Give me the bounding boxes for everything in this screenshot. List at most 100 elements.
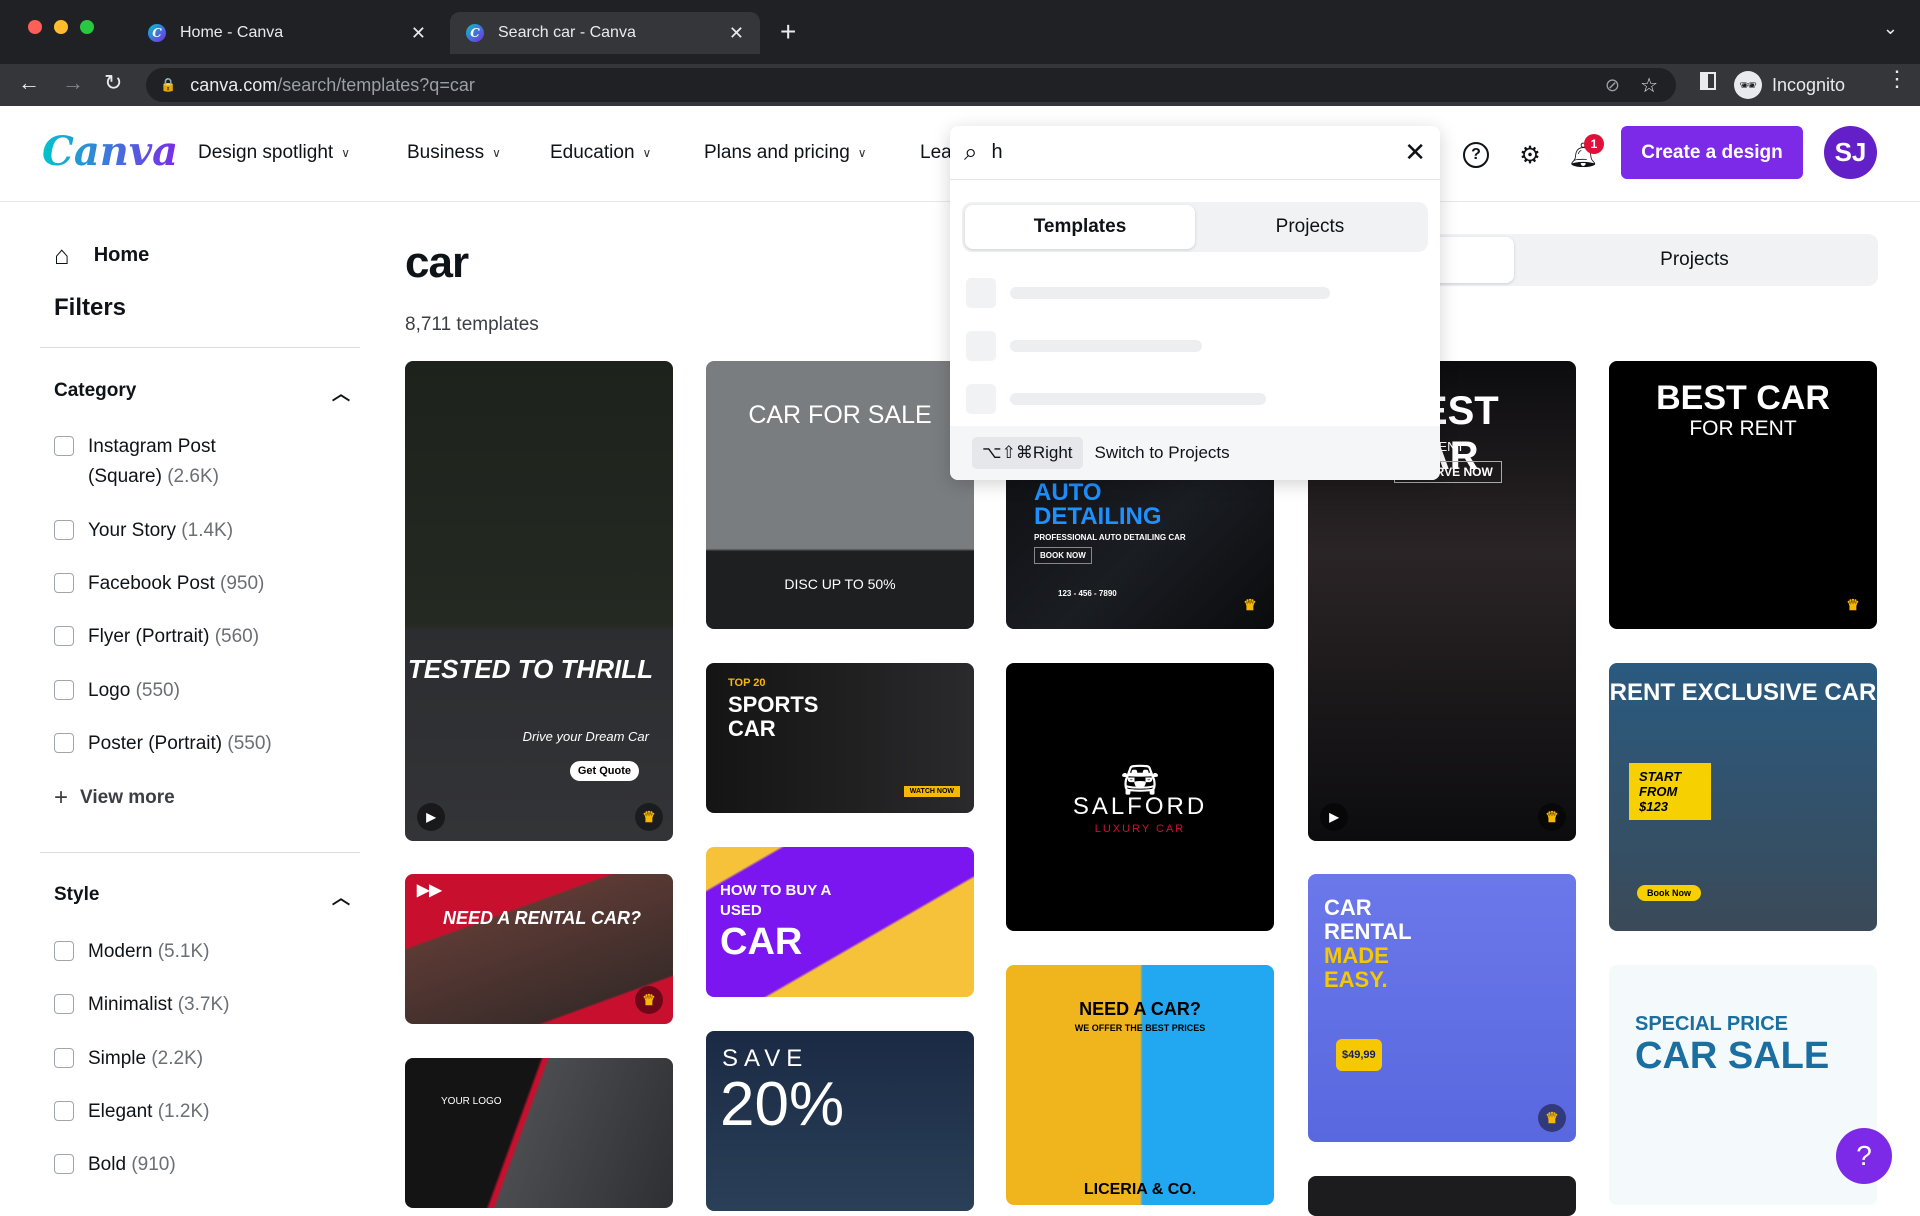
divider	[40, 347, 360, 348]
filter-checkbox-elegant[interactable]: Elegant (1.2K)	[54, 1097, 294, 1127]
template-title: YOUR LOGO	[441, 1096, 502, 1107]
shortcut-label: Switch to Projects	[1094, 443, 1230, 462]
filter-checkbox-facebook-post[interactable]: Facebook Post (950)	[54, 569, 294, 599]
template-card[interactable]: TESTED TO THRILL Drive your Dream Car Ge…	[405, 361, 673, 841]
nav-label: Plans and pricing	[704, 142, 850, 163]
chevron-up-icon: ︿	[332, 888, 350, 908]
filter-checkbox-simple[interactable]: Simple (2.2K)	[54, 1044, 294, 1074]
incognito-profile[interactable]: 🕶 Incognito	[1734, 70, 1845, 100]
canva-logo[interactable]: Canva	[42, 128, 178, 175]
shortcut-hint: ⌥⇧⌘Right Switch to Projects	[950, 426, 1440, 480]
clear-search-icon[interactable]: ✕	[1404, 137, 1426, 168]
minimize-window-button[interactable]	[54, 20, 68, 34]
template-card[interactable]: TOP 20 SPORTS CAR WATCH NOW	[706, 663, 974, 813]
tab-search-chevron-icon[interactable]: ⌄	[1883, 18, 1898, 39]
close-tab-icon[interactable]: ✕	[411, 23, 426, 44]
checkbox[interactable]	[54, 1101, 74, 1121]
checkbox[interactable]	[54, 1154, 74, 1174]
create-design-button[interactable]: Create a design	[1621, 126, 1803, 179]
checkbox[interactable]	[54, 680, 74, 700]
nav-education[interactable]: Education ∨	[550, 142, 651, 164]
template-card[interactable]	[1308, 1176, 1576, 1216]
filter-count: (950)	[220, 573, 265, 594]
filter-checkbox-poster[interactable]: Poster (Portrait) (550)	[54, 729, 354, 759]
template-cta: BOOK NOW	[1034, 547, 1092, 564]
search-icon: ⌕	[964, 138, 978, 166]
settings-button[interactable]: ⚙	[1515, 140, 1545, 170]
checkbox[interactable]	[54, 573, 74, 593]
filter-checkbox-modern[interactable]: Modern (5.1K)	[54, 937, 294, 967]
filter-checkbox-minimalist[interactable]: Minimalist (3.7K)	[54, 990, 294, 1020]
canva-favicon-icon: C	[148, 24, 166, 42]
checkbox[interactable]	[54, 1048, 74, 1068]
sidebar-home-link[interactable]: ⌂ Home	[54, 240, 149, 271]
eye-slash-icon[interactable]: ⊘	[1605, 75, 1620, 96]
filter-checkbox-bold[interactable]: Bold (910)	[54, 1150, 294, 1180]
avatar[interactable]: SJ	[1824, 126, 1877, 179]
template-subtitle: LUXURY CAR	[1094, 823, 1186, 835]
style-section-toggle[interactable]: Style ︿	[54, 884, 350, 910]
template-card[interactable]: YOUR LOGO	[405, 1058, 673, 1208]
filter-checkbox-instagram-post[interactable]: Instagram Post (Square) (2.6K)	[54, 432, 294, 492]
browser-tab-search[interactable]: C Search car - Canva ✕	[450, 12, 760, 54]
template-card[interactable]: SAVE 20%	[706, 1031, 974, 1211]
filter-label: Minimalist	[88, 994, 173, 1015]
new-tab-button[interactable]: +	[780, 16, 796, 48]
filter-checkbox-your-story[interactable]: Your Story (1.4K)	[54, 516, 294, 546]
reload-icon[interactable]: ↻	[104, 70, 122, 96]
search-tab-projects[interactable]: Projects	[1195, 205, 1425, 249]
template-subtitle: Drive your Dream Car	[522, 729, 649, 744]
template-card[interactable]: SPECIAL PRICE CAR SALE	[1609, 965, 1877, 1205]
browser-menu-icon[interactable]: ⋮	[1886, 66, 1908, 92]
search-input[interactable]	[991, 141, 1405, 164]
tab-title: Search car - Canva	[498, 24, 636, 41]
help-button[interactable]: ?	[1461, 140, 1491, 170]
template-card[interactable]: NEED A CAR? WE OFFER THE BEST PRICES LIC…	[1006, 965, 1274, 1205]
template-card[interactable]: CAR RENTAL MADE EASY. $49,99 ♛	[1308, 874, 1576, 1142]
filter-count: (2.6K)	[167, 466, 219, 487]
template-title: TESTED TO THRILL	[407, 654, 653, 684]
view-more-button[interactable]: + View more	[54, 784, 175, 812]
filter-count: (2.2K)	[151, 1048, 204, 1069]
close-window-button[interactable]	[28, 20, 42, 34]
template-brand: LICERIA & CO.	[1083, 1181, 1197, 1198]
back-arrow-icon[interactable]: ←	[18, 70, 40, 96]
search-tab-templates[interactable]: Templates	[965, 205, 1195, 249]
checkbox[interactable]	[54, 520, 74, 540]
checkbox[interactable]	[54, 941, 74, 961]
checkbox[interactable]	[54, 436, 74, 456]
checkbox[interactable]	[54, 626, 74, 646]
nav-learn[interactable]: Lea	[920, 142, 952, 164]
template-card[interactable]: BEST CAR FOR RENT ♛	[1609, 361, 1877, 629]
template-card[interactable]: 🚘︎ SALFORD LUXURY CAR	[1006, 663, 1274, 931]
notifications-button[interactable]: 🔔︎ 1	[1568, 134, 1604, 170]
nav-plans-pricing[interactable]: Plans and pricing ∨	[704, 142, 867, 164]
maximize-window-button[interactable]	[80, 20, 94, 34]
nav-design-spotlight[interactable]: Design spotlight ∨	[198, 142, 350, 164]
category-section-toggle[interactable]: Category ︿	[54, 380, 350, 406]
browser-tab-home[interactable]: C Home - Canva ✕	[132, 12, 442, 54]
close-tab-icon[interactable]: ✕	[729, 23, 744, 44]
template-card[interactable]: CAR FOR SALE DISC UP TO 50%	[706, 361, 974, 629]
play-icon: ▶	[417, 803, 445, 831]
bookmark-star-icon[interactable]: ☆	[1640, 73, 1658, 98]
template-card[interactable]: ▶▶ NEED A RENTAL CAR? ♛	[405, 874, 673, 1024]
play-icon: ▶	[1320, 803, 1348, 831]
checkbox[interactable]	[54, 994, 74, 1014]
checkbox[interactable]	[54, 733, 74, 753]
crown-premium-icon: ♛	[1538, 803, 1566, 831]
side-panel-icon[interactable]	[1700, 72, 1716, 90]
forward-arrow-icon[interactable]: →	[62, 70, 84, 96]
filter-checkbox-logo[interactable]: Logo (550)	[54, 676, 294, 706]
template-card[interactable]: RENT EXCLUSIVE CAR START FROM $123 Book …	[1609, 663, 1877, 931]
tab-projects[interactable]: Projects	[1514, 237, 1875, 283]
crown-premium-icon: ♛	[1538, 1104, 1566, 1132]
template-title: NEED A RENTAL CAR?	[443, 908, 641, 928]
template-title: RENT EXCLUSIVE CAR	[1609, 679, 1877, 706]
url-field[interactable]: 🔒 canva.com/search/templates?q=car ⊘ ☆	[146, 68, 1676, 102]
help-fab-button[interactable]: ?	[1836, 1128, 1892, 1184]
template-card[interactable]: HOW TO BUY A USED CAR	[706, 847, 974, 997]
filter-checkbox-flyer[interactable]: Flyer (Portrait) (560)	[54, 622, 354, 652]
nav-business[interactable]: Business ∨	[407, 142, 501, 164]
incognito-icon: 🕶	[1734, 71, 1762, 99]
